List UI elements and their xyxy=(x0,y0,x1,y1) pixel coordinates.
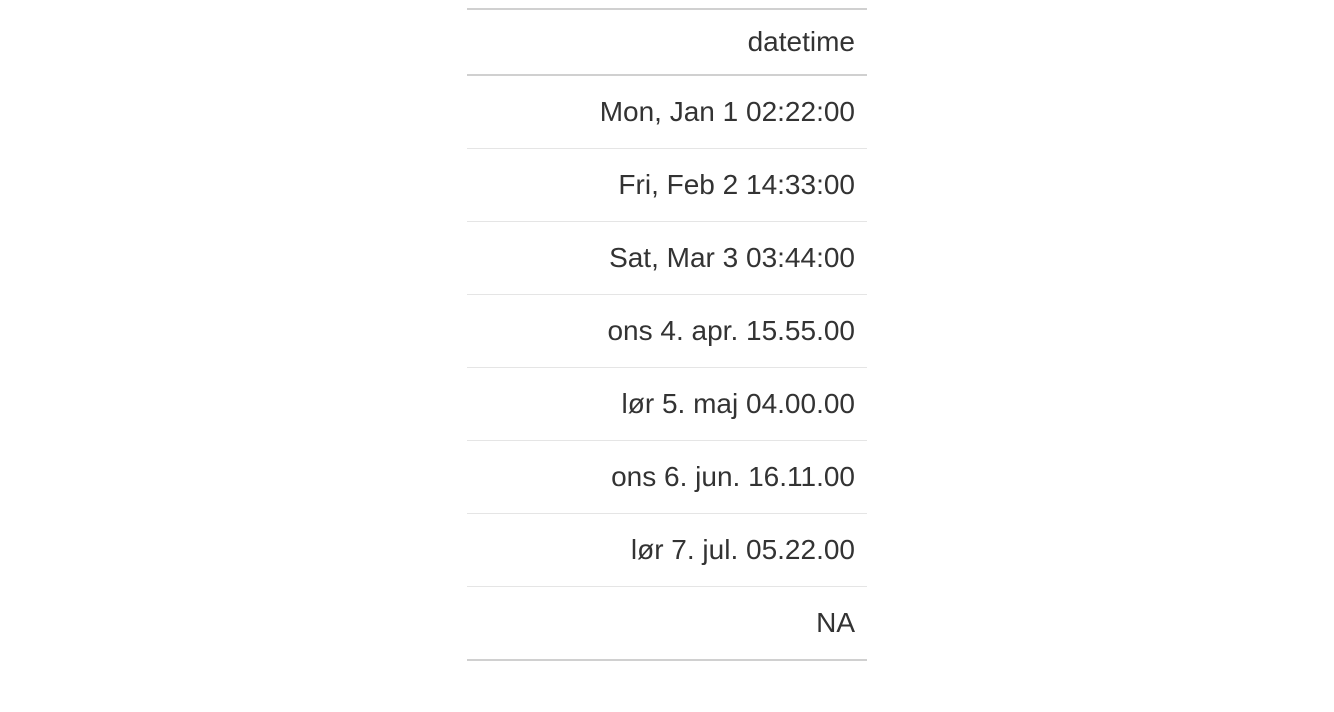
table-row: Mon, Jan 1 02:22:00 xyxy=(467,75,867,149)
table-row: lør 5. maj 04.00.00 xyxy=(467,368,867,441)
datetime-cell: NA xyxy=(467,587,867,661)
data-table: datetime Mon, Jan 1 02:22:00 Fri, Feb 2 … xyxy=(467,8,867,661)
table-row: Fri, Feb 2 14:33:00 xyxy=(467,149,867,222)
table-row: ons 6. jun. 16.11.00 xyxy=(467,441,867,514)
datetime-cell: lør 5. maj 04.00.00 xyxy=(467,368,867,441)
datetime-cell: Fri, Feb 2 14:33:00 xyxy=(467,149,867,222)
column-header-datetime: datetime xyxy=(467,9,867,75)
table-row: NA xyxy=(467,587,867,661)
table-row: ons 4. apr. 15.55.00 xyxy=(467,295,867,368)
datetime-cell: ons 6. jun. 16.11.00 xyxy=(467,441,867,514)
table-row: lør 7. jul. 05.22.00 xyxy=(467,514,867,587)
table-row: Sat, Mar 3 03:44:00 xyxy=(467,222,867,295)
datetime-cell: Sat, Mar 3 03:44:00 xyxy=(467,222,867,295)
datetime-cell: Mon, Jan 1 02:22:00 xyxy=(467,75,867,149)
datetime-cell: ons 4. apr. 15.55.00 xyxy=(467,295,867,368)
datetime-cell: lør 7. jul. 05.22.00 xyxy=(467,514,867,587)
table-container: datetime Mon, Jan 1 02:22:00 Fri, Feb 2 … xyxy=(467,8,867,661)
table-header-row: datetime xyxy=(467,9,867,75)
